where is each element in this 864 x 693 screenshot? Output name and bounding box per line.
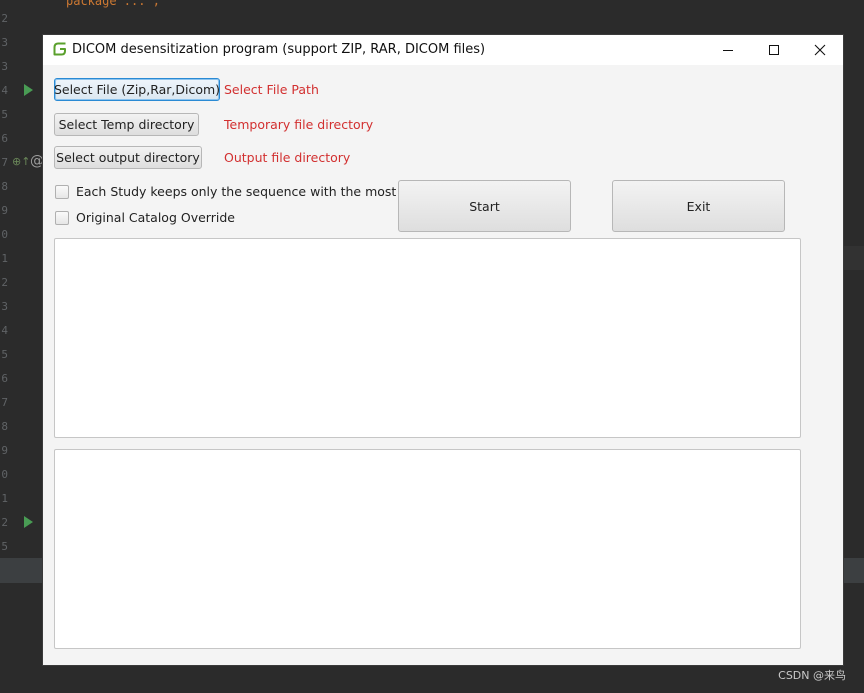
ide-line-highlight xyxy=(843,558,864,583)
minimize-button[interactable] xyxy=(705,35,751,65)
select-file-button[interactable]: Select File (Zip,Rar,Dicom) xyxy=(54,78,220,101)
line-number: 2 xyxy=(1,276,8,289)
keep-most-files-checkbox[interactable] xyxy=(55,184,69,199)
start-button[interactable]: Start xyxy=(398,180,571,232)
line-number: 4 xyxy=(1,324,8,337)
run-gutter-icon[interactable] xyxy=(24,84,33,96)
keep-most-files-label: Each Study keeps only the sequence with … xyxy=(76,184,426,199)
line-number: 5 xyxy=(1,540,8,553)
log-textarea-top[interactable] xyxy=(54,238,801,438)
line-number: 3 xyxy=(1,60,8,73)
minimize-icon xyxy=(723,50,733,51)
file-path-label: Select File Path xyxy=(224,82,319,97)
line-number: 6 xyxy=(1,372,8,385)
line-number: 8 xyxy=(1,420,8,433)
window-content: Select File (Zip,Rar,Dicom) Select File … xyxy=(43,65,843,665)
line-number: 0 xyxy=(1,468,8,481)
close-button[interactable] xyxy=(797,35,843,65)
app-logo-icon xyxy=(53,42,66,56)
line-number: 3 xyxy=(1,36,8,49)
line-number: 8 xyxy=(1,180,8,193)
line-number: 0 xyxy=(1,228,8,241)
maximize-button[interactable] xyxy=(751,35,797,65)
window-title: DICOM desensitization program (support Z… xyxy=(72,42,486,57)
ide-code-line: package ... ; xyxy=(66,0,160,8)
override-gutter-icon[interactable]: ⊕↑ xyxy=(12,155,30,168)
override-option[interactable]: Original Catalog Override xyxy=(55,210,235,225)
keep-most-files-option[interactable]: Each Study keeps only the sequence with … xyxy=(55,184,426,199)
log-textarea-bottom[interactable] xyxy=(54,449,801,649)
run-gutter-icon[interactable] xyxy=(24,516,33,528)
temp-directory-label: Temporary file directory xyxy=(224,117,374,132)
line-number: 7 xyxy=(1,396,8,409)
line-number: 5 xyxy=(1,108,8,121)
maximize-icon xyxy=(769,45,779,55)
exit-button[interactable]: Exit xyxy=(612,180,785,232)
app-window: DICOM desensitization program (support Z… xyxy=(43,35,843,665)
output-directory-label: Output file directory xyxy=(224,150,351,165)
title-bar: DICOM desensitization program (support Z… xyxy=(43,35,843,65)
line-number: 2 xyxy=(1,12,8,25)
override-checkbox[interactable] xyxy=(55,210,69,225)
line-number: 5 xyxy=(1,348,8,361)
override-label: Original Catalog Override xyxy=(76,210,235,225)
annotation-gutter-icon: @ xyxy=(30,153,44,169)
line-number: 1 xyxy=(1,252,8,265)
close-icon xyxy=(814,44,826,56)
line-number: 4 xyxy=(1,84,8,97)
watermark: CSDN @来鸟 xyxy=(778,669,846,682)
line-number: 1 xyxy=(1,492,8,505)
line-number: 3 xyxy=(1,300,8,313)
select-temp-directory-button[interactable]: Select Temp directory xyxy=(54,113,199,136)
ide-gutter: 2 3 3 4 5 6 7 8 9 0 1 2 3 4 5 6 7 8 9 0 … xyxy=(0,0,42,693)
line-number: 2 xyxy=(1,516,8,529)
line-number: 9 xyxy=(1,204,8,217)
line-number: 9 xyxy=(1,444,8,457)
ide-current-line xyxy=(843,246,864,270)
select-output-directory-button[interactable]: Select output directory xyxy=(54,146,202,169)
line-number: 7 xyxy=(1,156,8,169)
ide-gutter-highlight xyxy=(0,558,43,583)
line-number: 6 xyxy=(1,132,8,145)
